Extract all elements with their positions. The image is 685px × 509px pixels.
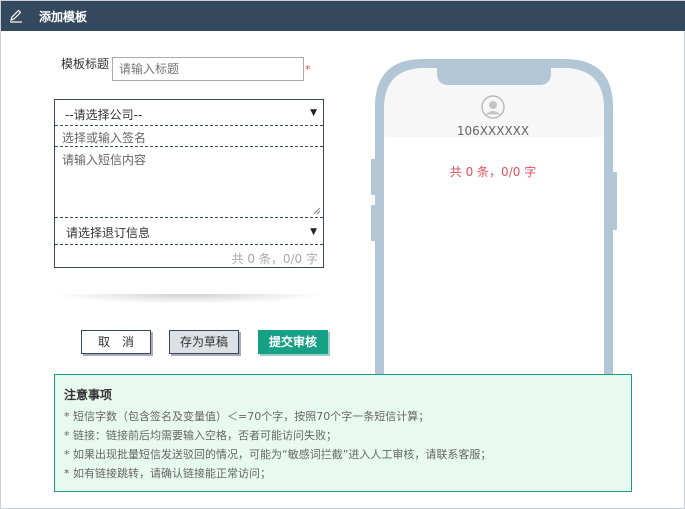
resize-handle-icon[interactable] xyxy=(313,207,321,215)
sender-number: 106XXXXXX xyxy=(456,124,530,138)
signature-input[interactable]: 选择或输入签名 xyxy=(55,126,323,147)
submit-review-button[interactable]: 提交审核 xyxy=(258,330,328,354)
notice-item: * 短信字数（包含签名及变量值）＜=70个字，按照70个字一条短信计算； xyxy=(64,410,430,423)
company-select-value: --请选择公司-- xyxy=(65,108,143,122)
sms-form: --请选择公司-- ▼ 选择或输入签名 请输入短信内容 请选择退订信息 ▼ 共 … xyxy=(54,99,324,268)
title-label: 模板标题 xyxy=(61,57,110,71)
notice-box: 注意事项 * 短信字数（包含签名及变量值）＜=70个字，按照70个字一条短信计算… xyxy=(54,374,632,492)
company-select[interactable]: --请选择公司-- ▼ xyxy=(55,100,323,126)
unsubscribe-select-value: 请选择退订信息 xyxy=(66,226,151,240)
title-input[interactable] xyxy=(112,57,304,81)
sms-content-textarea[interactable]: 请输入短信内容 xyxy=(55,147,323,218)
sms-content-placeholder: 请输入短信内容 xyxy=(62,153,147,167)
avatar-icon xyxy=(481,95,505,119)
notice-item: * 链接：链接前后均需要输入空格，否者可能访问失败； xyxy=(64,429,337,442)
dialog: 添加模板 模板标题 * --请选择公司-- ▼ 选择或输入签名 请输入短信内容 … xyxy=(0,0,685,509)
unsubscribe-select[interactable]: 请选择退订信息 ▼ xyxy=(55,218,323,245)
divider xyxy=(51,294,326,304)
required-mark: * xyxy=(305,63,311,76)
save-draft-button[interactable]: 存为草稿 xyxy=(169,330,239,354)
notice-title: 注意事项 xyxy=(64,388,113,402)
sms-counter: 共 0 条，0/0 字 xyxy=(231,252,318,266)
dialog-header: 添加模板 xyxy=(1,1,685,31)
phone-preview: 106XXXXXX 共 0 条，0/0 字 xyxy=(371,57,617,377)
signature-placeholder: 选择或输入签名 xyxy=(62,131,147,145)
preview-counter: 共 0 条，0/0 字 xyxy=(449,165,537,179)
dropdown-arrow-icon: ▼ xyxy=(310,227,317,237)
notice-item: * 如果出现批量短信发送驳回的情况，可能为“敏感词拦截”进入人工审核，请联系客服… xyxy=(64,448,492,461)
dialog-title: 添加模板 xyxy=(39,10,88,24)
notice-item: * 如有链接跳转，请确认链接能正常访问； xyxy=(64,467,271,480)
edit-icon xyxy=(10,9,22,23)
dropdown-arrow-icon: ▼ xyxy=(310,108,317,118)
cancel-button[interactable]: 取 消 xyxy=(81,330,151,354)
